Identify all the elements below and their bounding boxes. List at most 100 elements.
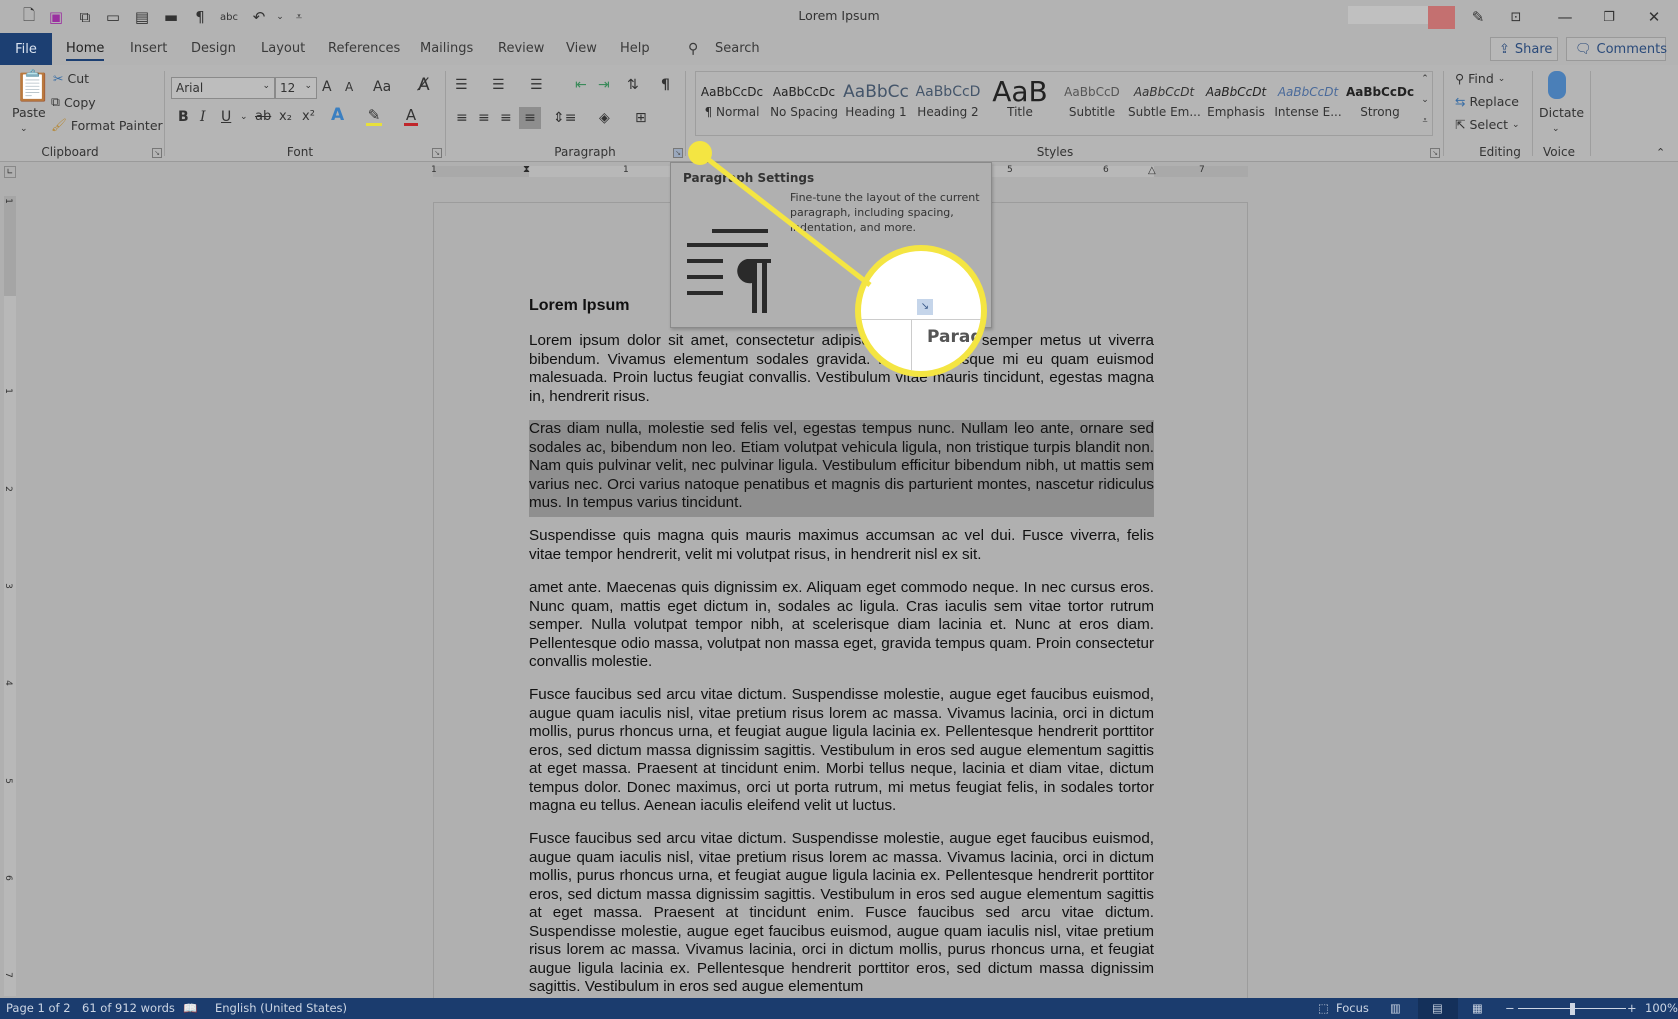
share-button[interactable]: ⇪ Share [1490, 37, 1558, 61]
paragraph[interactable]: Fusce faucibus sed arcu vitae dictum. Su… [529, 830, 1154, 997]
style-normal[interactable]: AaBbCcDc ¶ Normal [696, 79, 768, 131]
paragraph-launcher-icon[interactable]: ↘ [673, 148, 683, 158]
multilevel-list-icon[interactable]: ☰ [530, 77, 543, 93]
tab-design[interactable]: Design [191, 41, 236, 56]
show-hide-formatting-icon[interactable]: ¶ [661, 77, 670, 93]
paragraph[interactable]: amet ante. Maecenas quis dignissim ex. A… [529, 579, 1154, 672]
decrease-indent-icon[interactable]: ⇤ [575, 77, 587, 93]
search-box[interactable]: Search [715, 41, 760, 56]
numbering-icon[interactable]: ☰ [492, 77, 505, 93]
zoom-slider-thumb[interactable] [1570, 1003, 1575, 1015]
avatar[interactable] [1428, 6, 1455, 29]
increase-indent-icon[interactable]: ⇥ [598, 77, 610, 93]
save-as-icon[interactable]: ⧉ [76, 8, 94, 26]
align-right-icon[interactable]: ≡ [500, 110, 512, 126]
justify-icon[interactable]: ≡ [519, 107, 541, 129]
cut-button[interactable]: ✂ Cut [53, 71, 89, 86]
style-subtle-emphasis[interactable]: AaBbCcDt Subtle Em... [1128, 79, 1200, 131]
tab-file[interactable]: File [0, 33, 52, 65]
font-color-button[interactable]: A [404, 107, 418, 126]
language[interactable]: English (United States) [215, 1001, 347, 1015]
print-layout-icon[interactable]: ▤ [1432, 1001, 1443, 1015]
ribbon-display-options-icon[interactable]: ⊡ [1496, 4, 1536, 30]
font-size-select[interactable]: 12 ⌄ [275, 77, 317, 99]
align-center-icon[interactable]: ≡ [478, 110, 490, 126]
open-folder-icon[interactable]: ▭ [104, 8, 122, 26]
styles-launcher-icon[interactable]: ↘ [1430, 148, 1440, 158]
tab-selector-icon[interactable]: ∟ [4, 166, 16, 178]
paste-button[interactable]: Paste [12, 105, 46, 120]
style-strong[interactable]: AaBbCcDc Strong [1344, 79, 1416, 131]
borders-icon[interactable]: ⊞ [635, 110, 647, 126]
reading-view-icon[interactable]: ▤ [133, 8, 151, 26]
style-heading-1[interactable]: AaBbCc Heading 1 [840, 79, 912, 131]
word-count[interactable]: 61 of 912 words [82, 1001, 175, 1015]
zoom-out-button[interactable]: − [1505, 1001, 1515, 1015]
tab-view[interactable]: View [566, 41, 597, 56]
clear-formatting-icon[interactable]: A̸ [418, 77, 430, 94]
zoom-in-button[interactable]: + [1627, 1001, 1637, 1015]
minimize-button[interactable]: — [1545, 4, 1585, 30]
paragraph[interactable]: Suspendisse quis magna quis mauris maxim… [529, 527, 1154, 564]
save-icon[interactable]: ▣ [47, 8, 65, 26]
indent-marker-icon[interactable]: ⧗ [523, 164, 530, 175]
zoom-level[interactable]: 100% [1645, 1001, 1678, 1015]
tab-home[interactable]: Home [66, 41, 105, 61]
tab-help[interactable]: Help [620, 41, 650, 56]
styles-scroll-up-icon[interactable]: ⌃ [1418, 71, 1432, 87]
highlight-color-button[interactable]: ✎ [366, 107, 382, 126]
print-layout-icon[interactable]: ▬ [162, 8, 180, 26]
spelling-icon[interactable]: abc [220, 8, 238, 26]
vertical-ruler[interactable]: 1 1 2 3 4 5 6 7 [3, 196, 16, 996]
style-intense-emphasis[interactable]: AaBbCcDt Intense E... [1272, 79, 1344, 131]
tab-layout[interactable]: Layout [261, 41, 305, 56]
undo-icon[interactable]: ↶ [250, 8, 268, 26]
paragraph[interactable]: Lorem ipsum dolor sit amet, consectetur … [529, 332, 1154, 406]
text-effects-button[interactable]: A [331, 107, 344, 124]
shading-icon[interactable]: ◈ [599, 110, 610, 126]
restore-button[interactable]: ❐ [1589, 4, 1629, 30]
search-icon[interactable]: ⚲ [688, 41, 698, 57]
paragraph-selected[interactable]: Cras diam nulla, molestie sed felis vel,… [529, 420, 1154, 517]
bullets-icon[interactable]: ☰ [455, 77, 468, 93]
paste-dropdown-icon[interactable]: ⌄ [20, 121, 28, 137]
font-name-select[interactable]: Arial ⌄ [171, 77, 275, 99]
collapse-ribbon-icon[interactable]: ⌃ [1656, 145, 1665, 161]
tab-mailings[interactable]: Mailings [420, 41, 473, 56]
microphone-icon[interactable] [1548, 71, 1566, 99]
customize-qat-icon[interactable]: ⩡ [290, 8, 308, 26]
styles-more-icon[interactable]: ⩡ [1418, 113, 1432, 129]
line-spacing-icon[interactable]: ⇕≡ [553, 110, 576, 126]
dictate-button[interactable]: Dictate [1539, 105, 1584, 120]
undo-dropdown-icon[interactable]: ⌄ [271, 8, 289, 26]
close-button[interactable]: ✕ [1634, 4, 1674, 30]
superscript-button[interactable]: x² [302, 109, 315, 125]
new-document-icon[interactable]: 🗋 [20, 6, 38, 26]
align-left-icon[interactable]: ≡ [456, 110, 468, 126]
select-button[interactable]: ⇱ Select ⌄ [1455, 117, 1520, 132]
underline-button[interactable]: U [221, 109, 231, 125]
focus-icon[interactable]: ⬚ [1318, 1001, 1329, 1015]
right-indent-marker-icon[interactable]: △ [1148, 165, 1156, 176]
sort-icon[interactable]: ⇅ [627, 77, 639, 93]
read-mode-icon[interactable]: ▥ [1390, 1001, 1401, 1015]
format-painter-button[interactable]: 🖌 Format Painter [51, 117, 163, 133]
style-no-spacing[interactable]: AaBbCcDc No Spacing [768, 79, 840, 131]
find-button[interactable]: ⚲ Find ⌄ [1455, 71, 1505, 86]
show-formatting-icon[interactable]: ¶ [191, 8, 209, 26]
tab-references[interactable]: References [328, 41, 400, 56]
account-area[interactable] [1348, 6, 1428, 24]
clipboard-launcher-icon[interactable]: ↘ [152, 148, 162, 158]
dictate-dropdown-icon[interactable]: ⌄ [1552, 121, 1560, 137]
proofing-icon[interactable]: 📖 [183, 1001, 197, 1015]
replace-button[interactable]: ⇆ Replace [1455, 94, 1519, 109]
focus-button[interactable]: Focus [1336, 1001, 1369, 1015]
styles-scroll-down-icon[interactable]: ⌄ [1418, 92, 1432, 108]
underline-dropdown-icon[interactable]: ⌄ [240, 109, 248, 125]
font-launcher-icon[interactable]: ↘ [432, 148, 442, 158]
paragraph[interactable]: Fusce faucibus sed arcu vitae dictum. Su… [529, 686, 1154, 816]
style-subtitle[interactable]: AaBbCcD Subtitle [1056, 79, 1128, 131]
style-title[interactable]: AaB Title [984, 79, 1056, 131]
change-case-icon[interactable]: Aa [373, 79, 391, 95]
paste-icon[interactable]: 📋 [14, 71, 51, 103]
